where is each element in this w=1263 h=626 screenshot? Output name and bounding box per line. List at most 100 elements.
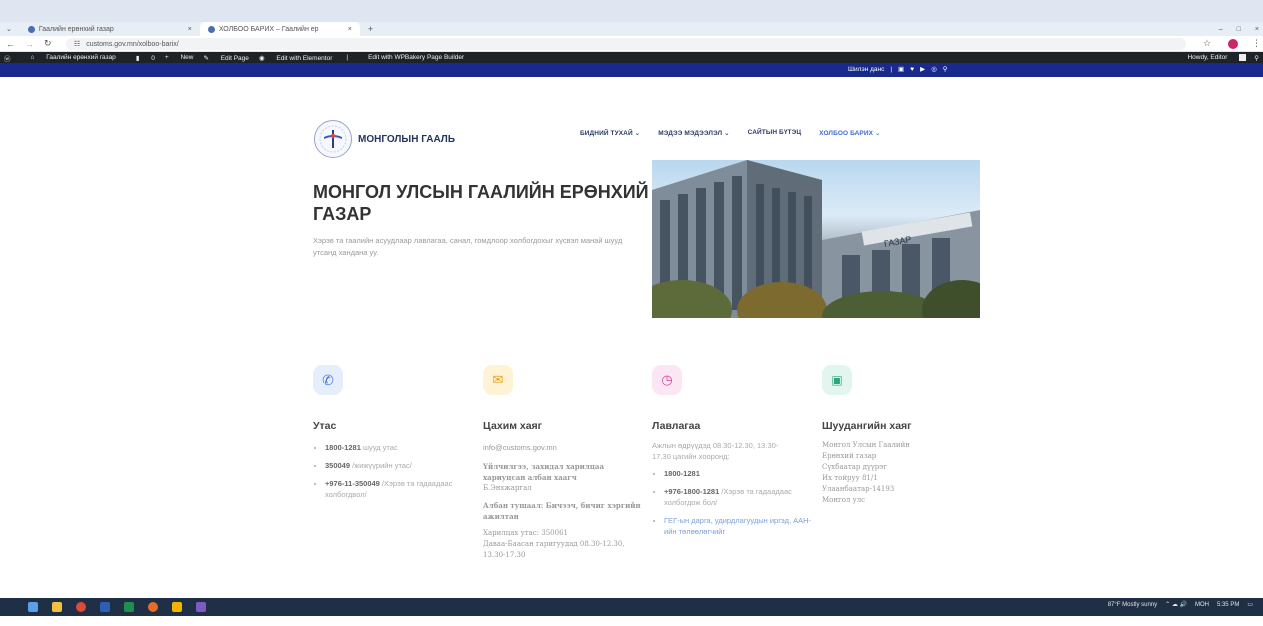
phone-list: 1800-1281 шууд утас 350049 /жижүүрийн ут…	[313, 442, 473, 500]
divider: |	[890, 65, 893, 73]
admin-edit-page-link[interactable]: ✎ Edit Page	[203, 54, 248, 62]
twitter-icon[interactable]: ♥	[910, 66, 914, 73]
email-line: Үйлчилгээ, захидал харилцаа хариуцсан ал…	[483, 462, 604, 482]
nav-item-about[interactable]: БИДНИЙ ТУХАЙ ⌄	[580, 129, 640, 137]
email-link[interactable]: info@customs.gov.mn	[483, 442, 643, 453]
reload-icon[interactable]: ↻	[44, 38, 52, 49]
page-title: МОНГОЛ УЛСЫН ГААЛИЙН ЕРӨНХИЙ ГАЗАР	[313, 182, 649, 224]
phone-link[interactable]: 1800-1281	[325, 443, 361, 452]
list-item: 1800-1281 шууд утас	[325, 442, 473, 453]
address-bar: ← → ↻ ☷ customs.gov.mn/xolboo-barix/ ☆ ⋮	[0, 36, 1263, 52]
weather-widget[interactable]: 87°F Mostly sunny	[1108, 602, 1157, 608]
list-item: +976-11-350049 /Хэрэв та гадаадаас холбо…	[325, 478, 473, 500]
tab-site-home[interactable]: Гаалийн ерөнхий газар ×	[20, 22, 200, 36]
contact-mail: ▣ Шуудангийн хаяг Монгол Улсын Гаалийн Е…	[822, 365, 982, 506]
nav-item-news[interactable]: МЭДЭЭ МЭДЭЭЛЭЛ ⌄	[658, 129, 729, 137]
bottom-strip	[0, 616, 1263, 626]
info-list: 1800-1281 +976-1800-1281 /Хэрэв та гадаа…	[652, 468, 812, 537]
start-icon[interactable]	[28, 602, 38, 612]
chrome-icon[interactable]	[76, 602, 86, 612]
home-icon: ⌂	[30, 54, 37, 61]
close-window-button[interactable]: ×	[1255, 26, 1259, 33]
menu-dots-icon[interactable]: ⋮	[1252, 38, 1261, 49]
contact-email: ✉ Цахим хаяг info@customs.gov.mn Үйлчилг…	[483, 365, 643, 561]
new-tab-button[interactable]: +	[368, 24, 373, 34]
file-explorer-icon[interactable]	[52, 602, 62, 612]
phone-link[interactable]: 350049	[325, 461, 350, 470]
mail-address: Монгол Улсын Гаалийн Ерөнхий газар Сүхба…	[822, 440, 982, 506]
back-icon[interactable]: ←	[6, 39, 15, 49]
site-favicon-icon	[207, 25, 215, 33]
email-line: Даваа-Баасан гаригуудад 08.30-12.30, 13.…	[483, 540, 625, 559]
admin-comments-link[interactable]: ▮ 0	[126, 54, 155, 62]
nav-item-contact[interactable]: ХОЛБОО БАРИХ ⌄	[819, 129, 880, 137]
tab-search-icon[interactable]: ⌄	[6, 25, 12, 33]
profile-avatar[interactable]	[1228, 39, 1238, 49]
phone-link[interactable]: 1800-1281	[664, 469, 700, 478]
top-links: Шилэн данс | ▣ ♥ ▶ ◎ ⚲	[848, 65, 948, 74]
site-info-icon[interactable]: ☷	[74, 40, 80, 48]
clock-icon: ◷	[652, 365, 682, 395]
admin-site-link[interactable]: ⌂ Гаалийн ерөнхий газар	[21, 54, 116, 61]
list-item: +976-1800-1281 /Хэрэв та гадаадаас холбо…	[664, 486, 812, 508]
chevron-down-icon: ⌄	[634, 130, 641, 137]
address-line: Ерөнхий газар	[822, 452, 877, 460]
comment-icon: ▮	[135, 54, 142, 62]
drive-icon[interactable]	[172, 602, 182, 612]
app-icon[interactable]	[148, 602, 158, 612]
phone-icon: ✆	[313, 365, 343, 395]
tab-label: Гаалийн ерөнхий газар	[38, 25, 114, 33]
search-icon[interactable]: ⚲	[943, 65, 948, 73]
site-logo[interactable]: МОНГОЛЫН ГААЛЬ	[314, 120, 455, 158]
site-favicon-icon	[27, 25, 35, 33]
forward-icon[interactable]: →	[25, 39, 34, 49]
teams-icon[interactable]	[196, 602, 206, 612]
main-nav: БИДНИЙ ТУХАЙ ⌄ МЭДЭЭ МЭДЭЭЛЭЛ ⌄ САЙТЫН Б…	[580, 129, 881, 137]
mail-title: Шуудангийн хаяг	[822, 420, 912, 432]
tray-icons[interactable]: ⌃ ☁ 🔊	[1165, 601, 1187, 608]
emblem-icon	[314, 120, 352, 158]
word-icon[interactable]	[100, 602, 110, 612]
facebook-icon[interactable]: ▣	[898, 65, 904, 73]
transparency-link[interactable]: Шилэн данс	[848, 66, 884, 73]
wp-admin-bar: ⓦ ⌂ Гаалийн ерөнхий газар ▮ 0 + New ✎ Ed…	[0, 52, 1263, 63]
logo-text: МОНГОЛЫН ГААЛЬ	[358, 133, 456, 145]
email-title: Цахим хаяг	[483, 420, 543, 432]
tab-contact[interactable]: ХОЛБОО БАРИХ – Гаалийн ер ×	[199, 22, 360, 36]
user-avatar	[1239, 53, 1247, 61]
envelope-icon: ✉	[483, 365, 513, 395]
admin-search-icon[interactable]: ⚲	[1254, 54, 1259, 62]
address-line: Сүхбаатар дүүрэг	[822, 463, 887, 471]
phone-link[interactable]: +976-1800-1281	[664, 487, 719, 496]
hero-subtitle: Хэрэв та гаалийн асуудлаар лавлагаа, сан…	[313, 236, 623, 257]
list-item: 350049 /жижүүрийн утас/	[325, 460, 473, 471]
notification-icon[interactable]: ▭	[1247, 601, 1253, 608]
admin-new-link[interactable]: + New	[165, 54, 194, 61]
bookmark-star-icon[interactable]: ☆	[1203, 38, 1211, 49]
url-field[interactable]: ☷ customs.gov.mn/xolboo-barix/	[66, 38, 1186, 50]
contact-phone: ✆ Утас 1800-1281 шууд утас 350049 /жижүү…	[313, 365, 473, 507]
mailbox-icon: ▣	[822, 365, 852, 395]
close-icon[interactable]: ×	[348, 26, 352, 33]
youtube-icon[interactable]: ▶	[920, 65, 925, 73]
nav-item-sitemap[interactable]: САЙТЫН БҮТЭЦ	[748, 129, 802, 137]
minimize-button[interactable]: –	[1219, 26, 1223, 33]
admin-separator: |	[346, 54, 349, 61]
admin-elementor-link[interactable]: ◉ Edit with Elementor	[259, 54, 332, 62]
clock[interactable]: 5:35 PM	[1217, 602, 1239, 608]
admin-wpbakery-link[interactable]: Edit with WPBakery Page Builder	[368, 54, 464, 61]
tab-bar: ⌄ Гаалийн ерөнхий газар × ХОЛБОО БАРИХ –…	[0, 22, 1263, 36]
chevron-down-icon: ⌄	[874, 130, 881, 137]
emblem-graphic	[319, 125, 347, 153]
leaders-link[interactable]: ГЕГ-ын дарга, удирдлагуудын иргэд, ААН-и…	[664, 516, 811, 536]
wordpress-icon[interactable]: ⓦ	[4, 53, 11, 63]
excel-icon[interactable]	[124, 602, 134, 612]
site-top-strip: Шилэн данс | ▣ ♥ ▶ ◎ ⚲	[0, 63, 1263, 77]
admin-howdy[interactable]: Howdy, Editor	[1177, 53, 1247, 61]
close-icon[interactable]: ×	[188, 26, 192, 33]
input-language[interactable]: МОН	[1195, 602, 1209, 608]
instagram-icon[interactable]: ◎	[931, 65, 937, 73]
maximize-button[interactable]: □	[1237, 26, 1241, 33]
phone-link[interactable]: +976-11-350049	[325, 479, 380, 488]
url-text: customs.gov.mn/xolboo-barix/	[86, 40, 179, 48]
